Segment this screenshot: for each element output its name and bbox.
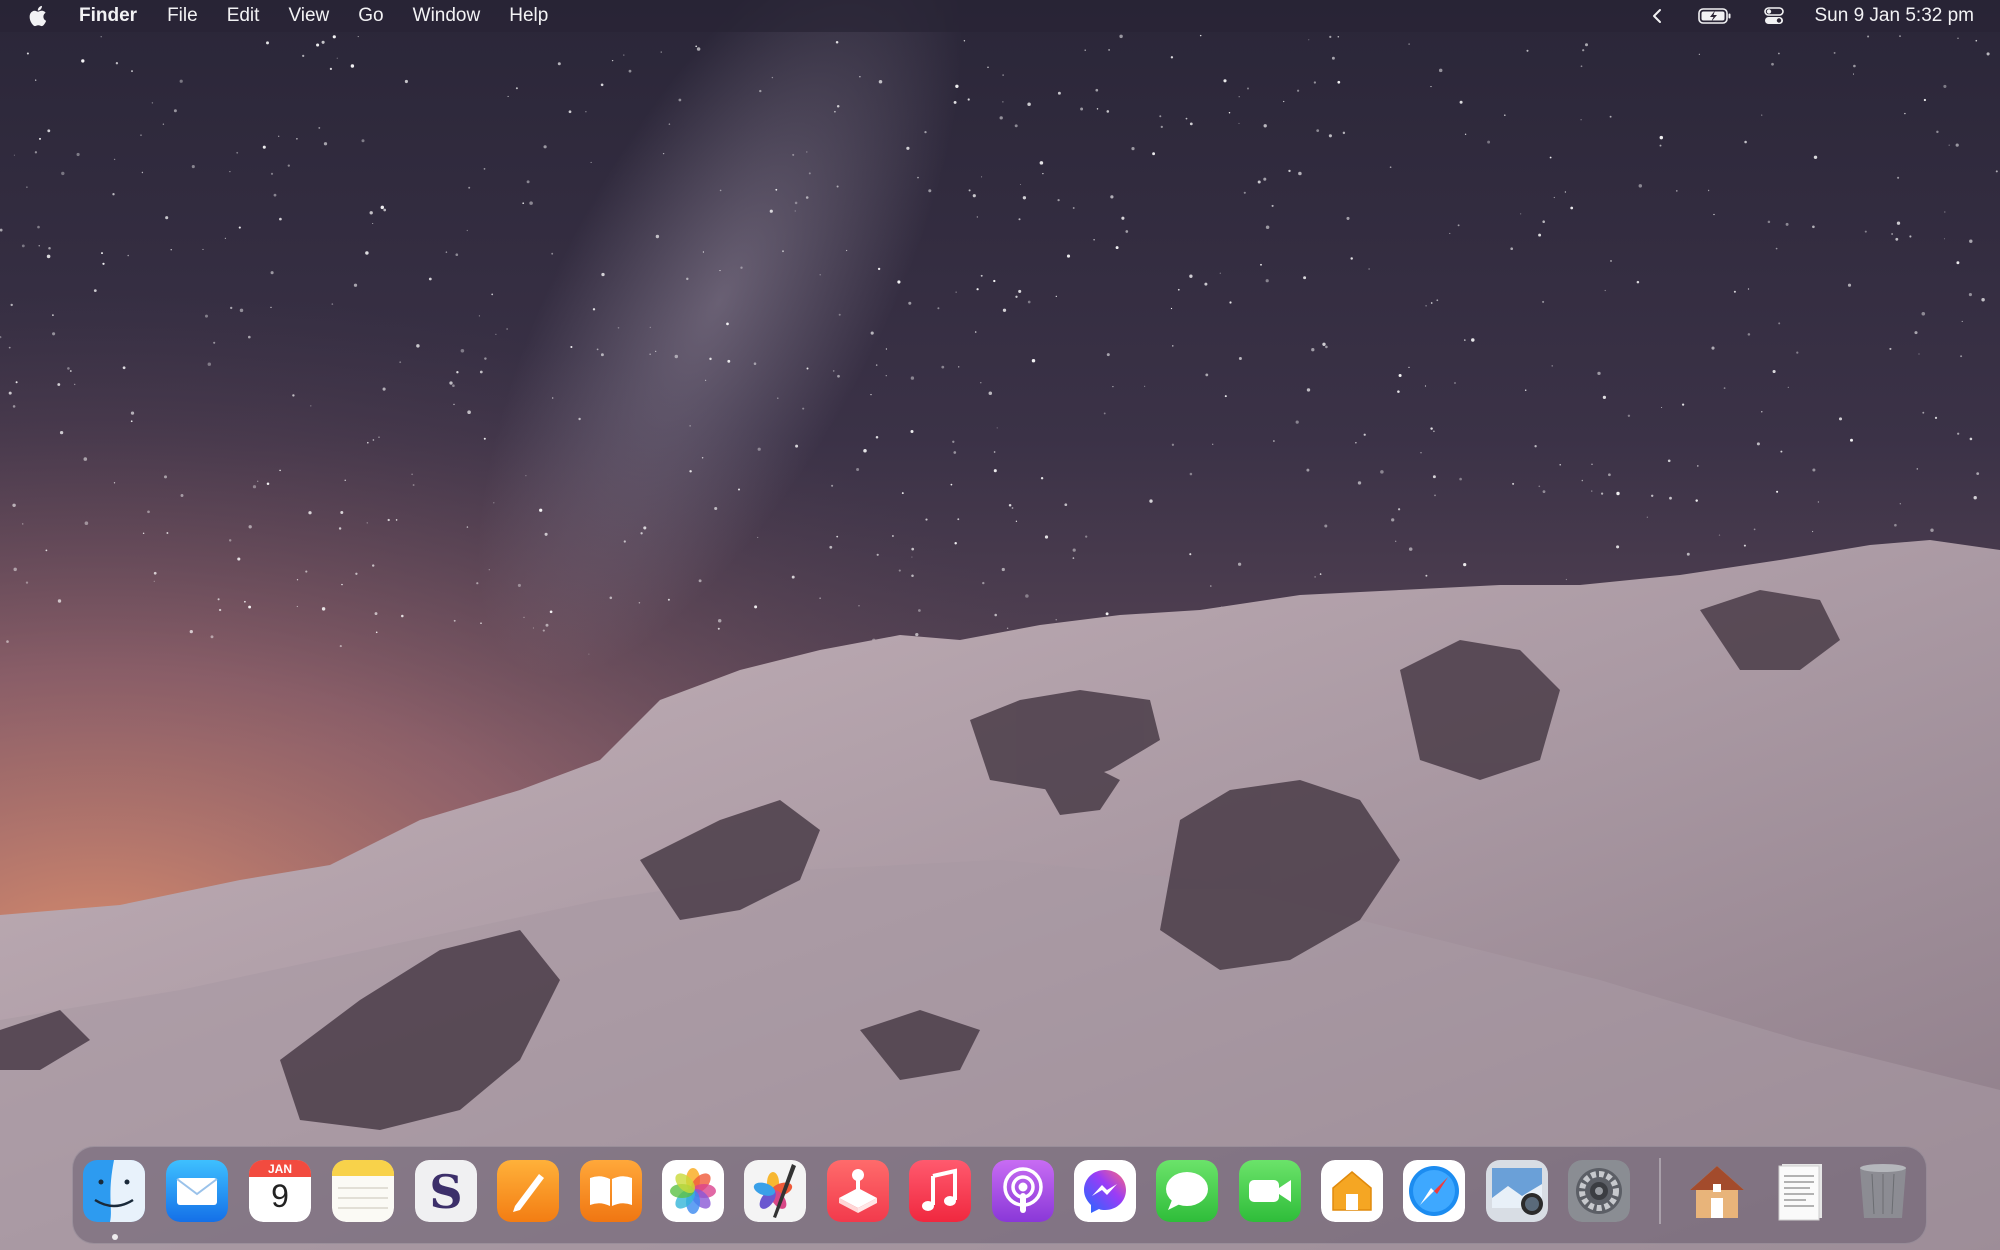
pages-icon[interactable] xyxy=(497,1160,559,1222)
mail-icon[interactable] xyxy=(166,1160,228,1222)
dock-separator xyxy=(1659,1158,1661,1224)
home-folder-icon[interactable] xyxy=(1686,1160,1748,1222)
documents-stack-icon[interactable] xyxy=(1770,1160,1832,1222)
app-menu-finder[interactable]: Finder xyxy=(79,5,137,27)
notes-icon[interactable] xyxy=(332,1160,394,1222)
menu-go[interactable]: Go xyxy=(358,5,383,27)
battery-charging-icon[interactable] xyxy=(1697,7,1733,25)
preview-icon[interactable] xyxy=(1486,1160,1548,1222)
podcasts-icon[interactable] xyxy=(992,1160,1054,1222)
safari-icon[interactable] xyxy=(1403,1160,1465,1222)
messenger-icon[interactable] xyxy=(1074,1160,1136,1222)
svg-text:S: S xyxy=(429,1165,462,1219)
pixelmator-icon[interactable] xyxy=(744,1160,806,1222)
home-icon[interactable] xyxy=(1321,1160,1383,1222)
system-preferences-icon[interactable] xyxy=(1568,1160,1630,1222)
menu-window[interactable]: Window xyxy=(413,5,481,27)
finder-icon[interactable] xyxy=(83,1160,145,1222)
messages-icon[interactable] xyxy=(1156,1160,1218,1222)
menu-view[interactable]: View xyxy=(288,5,329,27)
control-center-icon[interactable] xyxy=(1763,7,1785,25)
photos-icon[interactable] xyxy=(662,1160,724,1222)
calendar-icon[interactable]: JAN 9 xyxy=(249,1160,311,1222)
scrivener-icon[interactable]: S xyxy=(415,1160,477,1222)
calendar-month: JAN xyxy=(267,1162,292,1176)
menu-bar: Finder File Edit View Go Window Help Sun… xyxy=(0,0,2000,32)
menu-edit[interactable]: Edit xyxy=(227,5,260,27)
facetime-icon[interactable] xyxy=(1239,1160,1301,1222)
menu-help[interactable]: Help xyxy=(509,5,548,27)
trash-icon[interactable] xyxy=(1852,1160,1914,1222)
arcade-icon[interactable] xyxy=(827,1160,889,1222)
music-icon[interactable] xyxy=(909,1160,971,1222)
calendar-day: 9 xyxy=(271,1178,289,1214)
menubar-clock[interactable]: Sun 9 Jan 5:32 pm xyxy=(1815,5,1975,27)
finder-running-indicator xyxy=(112,1234,118,1240)
chevron-left-icon[interactable] xyxy=(1647,8,1667,24)
menu-file[interactable]: File xyxy=(167,5,198,27)
apple-logo-icon[interactable] xyxy=(27,4,49,28)
books-icon[interactable] xyxy=(580,1160,642,1222)
desktop-wallpaper xyxy=(0,0,2000,1250)
